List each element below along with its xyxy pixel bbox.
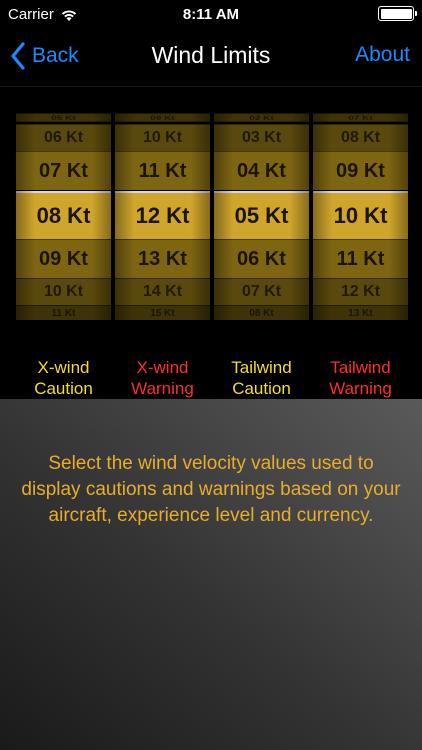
picker-row[interactable]: 15 Kt (115, 305, 210, 320)
picker-row[interactable]: 10 Kt (115, 124, 210, 151)
label-line: X-wind (136, 358, 189, 377)
picker-row[interactable]: 11 Kt (16, 305, 111, 320)
label-line: Caution (232, 379, 291, 398)
nav-bar: Back Wind Limits About (0, 30, 422, 87)
battery-fill (380, 8, 412, 19)
xwind-warning-label: X-wind Warning (115, 357, 210, 399)
picker-row[interactable]: 14 Kt (115, 278, 210, 305)
picker-row[interactable]: 02 Kt (214, 113, 309, 122)
wind-limit-picker: 05 Kt 06 Kt 07 Kt 08 Kt 09 Kt 10 Kt 11 K… (0, 87, 422, 397)
about-button[interactable]: About (355, 43, 410, 67)
tailwind-caution-label: Tailwind Caution (214, 357, 309, 399)
picker-row[interactable]: 08 Kt (214, 305, 309, 320)
picker-row-selected[interactable]: 10 Kt (313, 191, 408, 241)
xwind-caution-label: X-wind Caution (16, 357, 111, 399)
battery-icon (378, 6, 417, 21)
tailwind-warning-label: Tailwind Warning (313, 357, 408, 399)
picker-row-selected[interactable]: 08 Kt (16, 191, 111, 241)
picker-row[interactable]: 08 Kt (313, 124, 408, 151)
label-line: Caution (34, 379, 93, 398)
picker-row[interactable]: 07 Kt (16, 151, 111, 190)
picker-row-selected[interactable]: 05 Kt (214, 191, 309, 241)
label-line: Tailwind (231, 358, 292, 377)
info-text: Select the wind velocity values used to … (21, 453, 401, 526)
picker-row[interactable]: 09 Kt (16, 239, 111, 278)
status-time: 8:11 AM (182, 6, 240, 23)
picker-row[interactable]: 07 Kt (214, 278, 309, 305)
picker-row[interactable]: 11 Kt (115, 151, 210, 190)
picker-row[interactable]: 07 Kt (313, 113, 408, 122)
picker-row[interactable]: 03 Kt (214, 124, 309, 151)
picker-row[interactable]: 13 Kt (313, 305, 408, 320)
picker-column-labels: X-wind Caution X-wind Warning Tailwind C… (16, 357, 408, 399)
picker-row-selected[interactable]: 12 Kt (115, 191, 210, 241)
label-line: X-wind (37, 358, 90, 377)
picker-row[interactable]: 09 Kt (313, 151, 408, 190)
picker-row[interactable]: 11 Kt (313, 239, 408, 278)
picker-row[interactable]: 06 Kt (16, 124, 111, 151)
label-line: Warning (329, 379, 392, 398)
picker-row[interactable]: 10 Kt (16, 278, 111, 305)
info-panel: Select the wind velocity values used to … (0, 399, 422, 750)
label-line: Warning (131, 379, 194, 398)
picker-row[interactable]: 05 Kt (16, 113, 111, 122)
label-line: Tailwind (330, 358, 391, 377)
picker-row[interactable]: 13 Kt (115, 239, 210, 278)
picker-row[interactable]: 04 Kt (214, 151, 309, 190)
screen: Carrier 8:11 AM Back Wind Limits About 0… (0, 0, 422, 750)
status-bar: Carrier 8:11 AM (0, 0, 422, 30)
picker-row[interactable]: 06 Kt (214, 239, 309, 278)
picker-row[interactable]: 12 Kt (313, 278, 408, 305)
status-right (378, 6, 417, 21)
picker-row[interactable]: 09 Kt (115, 113, 210, 122)
